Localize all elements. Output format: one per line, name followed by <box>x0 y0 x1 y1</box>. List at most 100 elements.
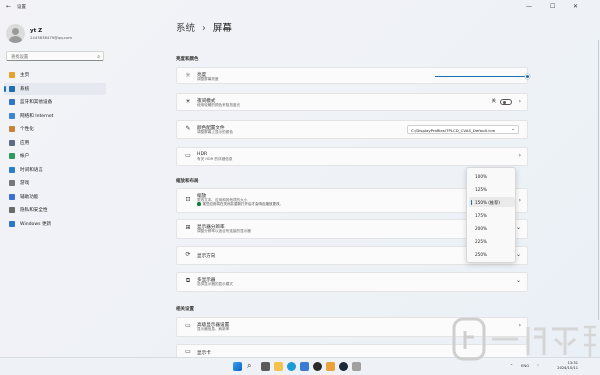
sidebar-item[interactable]: 隐私和安全性 <box>4 204 106 216</box>
color-profile-card: ✎ 颜色配置文件 调整屏幕上显示的颜色 C:/DisplayProfiles/T… <box>176 120 528 139</box>
sidebar-item-label: 个性化 <box>20 127 34 132</box>
bluetooth-icon <box>9 99 15 105</box>
brush-icon <box>9 126 15 132</box>
scale-option[interactable]: 250% <box>469 249 515 259</box>
display-icon <box>9 85 15 92</box>
scale-option[interactable]: 175% <box>469 210 515 220</box>
clock-date: 2024/10/11 <box>557 366 578 370</box>
task-view-icon[interactable] <box>261 362 270 371</box>
clock[interactable]: 13:31 2024/10/11 <box>557 361 578 371</box>
multi-display-subtitle: 选择显示器的显示模式 <box>197 282 233 286</box>
sidebar-item[interactable]: 网络和 Internet <box>4 110 106 122</box>
rotate-icon: ⟳ <box>185 251 191 258</box>
close-icon[interactable]: ✕ <box>573 3 578 10</box>
steam-icon[interactable] <box>339 362 348 371</box>
tray-chevron-up-icon[interactable]: ⌃ <box>510 363 513 368</box>
file-explorer-icon[interactable] <box>274 362 283 371</box>
color-profile-value: C:/DisplayProfiles/TPLCD_CVAS_Default.ic… <box>411 127 496 133</box>
sidebar-item[interactable]: 辅助功能 <box>4 191 106 203</box>
taskbar: ⌕ ⌃ ENG ⌔ 13:31 2024/10/11 <box>0 357 600 375</box>
scale-icon: ⊡ <box>185 196 191 203</box>
sidebar-item[interactable]: 蓝牙和其他设备 <box>4 96 106 108</box>
edge-icon[interactable] <box>287 362 296 371</box>
chevron-right-icon[interactable]: › <box>519 322 521 329</box>
sidebar-item-label: 时间和语言 <box>20 167 43 173</box>
scale-option[interactable]: 150% (推荐) <box>469 197 515 207</box>
scale-warning-text: 某些应用将在关闭并重新打开后才会响应缩放更改。 <box>202 202 284 206</box>
multi-display-card[interactable]: ⧉ 多显示器 选择显示器的显示模式 ⌄ <box>176 272 528 292</box>
minimize-icon[interactable]: — <box>526 3 532 10</box>
maximize-icon[interactable]: ☐ <box>550 3 555 10</box>
user-profile[interactable]: yt Z 2443838479@qq.com <box>6 24 72 43</box>
night-light-icon: ☀ <box>185 98 191 105</box>
store-icon[interactable] <box>300 362 309 371</box>
sidebar-item[interactable]: 个性化 <box>4 123 106 135</box>
scale-option[interactable]: 225% <box>469 236 515 246</box>
breadcrumb: 系统 › 屏幕 <box>176 20 232 34</box>
section-related: 相关设置 <box>176 307 194 312</box>
network-icon[interactable]: ⌔ <box>536 363 540 369</box>
sidebar: yt Z 2443838479@qq.com 查找设置 ⌕ 主页系统蓝牙和其他设… <box>0 14 112 357</box>
sidebar-item[interactable]: 应用 <box>4 137 106 149</box>
chevron-right-icon[interactable]: › <box>519 98 521 105</box>
back-arrow-icon[interactable]: ← <box>6 3 11 10</box>
sidebar-item[interactable]: 系统 <box>4 82 106 95</box>
scale-option[interactable]: 100% <box>469 171 515 181</box>
language-indicator[interactable]: ENG <box>521 363 529 368</box>
start-icon[interactable] <box>233 362 242 371</box>
search-input[interactable]: 查找设置 ⌕ <box>6 51 104 61</box>
color-profile-subtitle: 调整屏幕上显示的颜色 <box>197 130 233 134</box>
shield-icon <box>9 207 15 213</box>
section-brightness-color: 亮度和颜色 <box>176 57 199 62</box>
breadcrumb-root[interactable]: 系统 <box>176 23 195 34</box>
chevron-down-icon: ⌄ <box>511 126 515 132</box>
brightness-slider-thumb[interactable] <box>525 74 530 79</box>
sidebar-item[interactable]: 主页 <box>4 69 106 81</box>
sidebar-item-label: 主页 <box>20 73 30 78</box>
account-icon <box>9 153 15 159</box>
chevron-down-icon[interactable]: ⌄ <box>516 251 521 258</box>
night-light-toggle[interactable] <box>500 99 512 105</box>
advanced-display-subtitle: 显示器信息、刷新率 <box>197 327 230 331</box>
page-title: 屏幕 <box>212 23 232 34</box>
scrollbar[interactable] <box>598 40 599 320</box>
advanced-display-card[interactable]: ▭ 高级显示器设置 显示器信息、刷新率 › <box>176 317 528 337</box>
update-icon <box>9 220 15 227</box>
gamepad-icon <box>9 180 15 186</box>
sidebar-item-label: 辅助功能 <box>20 194 39 200</box>
sidebar-item[interactable]: 游戏 <box>4 177 106 189</box>
monitor-icon: ▭ <box>185 322 191 329</box>
hdr-subtitle: 有关 HDR 的详细信息 <box>197 157 233 161</box>
sidebar-item-label: 帐户 <box>20 154 30 159</box>
brightness-slider[interactable] <box>435 76 528 77</box>
settings-gear-icon[interactable] <box>352 362 361 371</box>
search-icon[interactable]: ⌕ <box>247 361 256 370</box>
app-icon[interactable] <box>326 362 335 371</box>
orientation-title: 显示方向 <box>197 254 216 259</box>
chevron-right-icon[interactable]: › <box>519 197 521 204</box>
chevron-down-icon[interactable]: ⌄ <box>516 224 521 231</box>
multi-display-icon: ⧉ <box>185 277 191 284</box>
sidebar-item-label: 网络和 Internet <box>20 113 54 119</box>
sidebar-item[interactable]: 帐户 <box>4 150 106 162</box>
scale-option[interactable]: 125% <box>469 184 515 194</box>
sidebar-item[interactable]: 时间和语言 <box>4 164 106 176</box>
wifi-icon <box>9 112 15 119</box>
color-profile-select[interactable]: C:/DisplayProfiles/TPLCD_CVAS_Default.ic… <box>407 124 519 134</box>
chevron-down-icon[interactable]: ⌄ <box>516 277 521 284</box>
avatar <box>6 24 25 43</box>
title-bar: ← 设置 — ☐ ✕ <box>0 0 600 14</box>
hdr-title: HDR <box>197 151 208 157</box>
sidebar-item-label: Windows 更新 <box>20 221 52 227</box>
night-light-card[interactable]: ☀ 夜间模式 使用较暖的颜色来阻挡蓝光 关 › <box>176 93 528 111</box>
scale-option[interactable]: 200% <box>469 223 515 233</box>
sidebar-item-label: 蓝牙和其他设备 <box>20 100 53 105</box>
info-icon <box>197 202 201 206</box>
breadcrumb-separator: › <box>202 23 206 34</box>
hdr-card[interactable]: ▭ HDR 有关 HDR 的详细信息 › <box>176 147 528 166</box>
media-icon[interactable] <box>313 362 322 371</box>
sidebar-item[interactable]: Windows 更新 <box>4 218 106 230</box>
resolution-subtitle: 调整分辨率以适合所连接的显示器 <box>197 229 251 233</box>
chevron-right-icon[interactable]: › <box>519 152 521 159</box>
search-icon: ⌕ <box>97 53 100 60</box>
